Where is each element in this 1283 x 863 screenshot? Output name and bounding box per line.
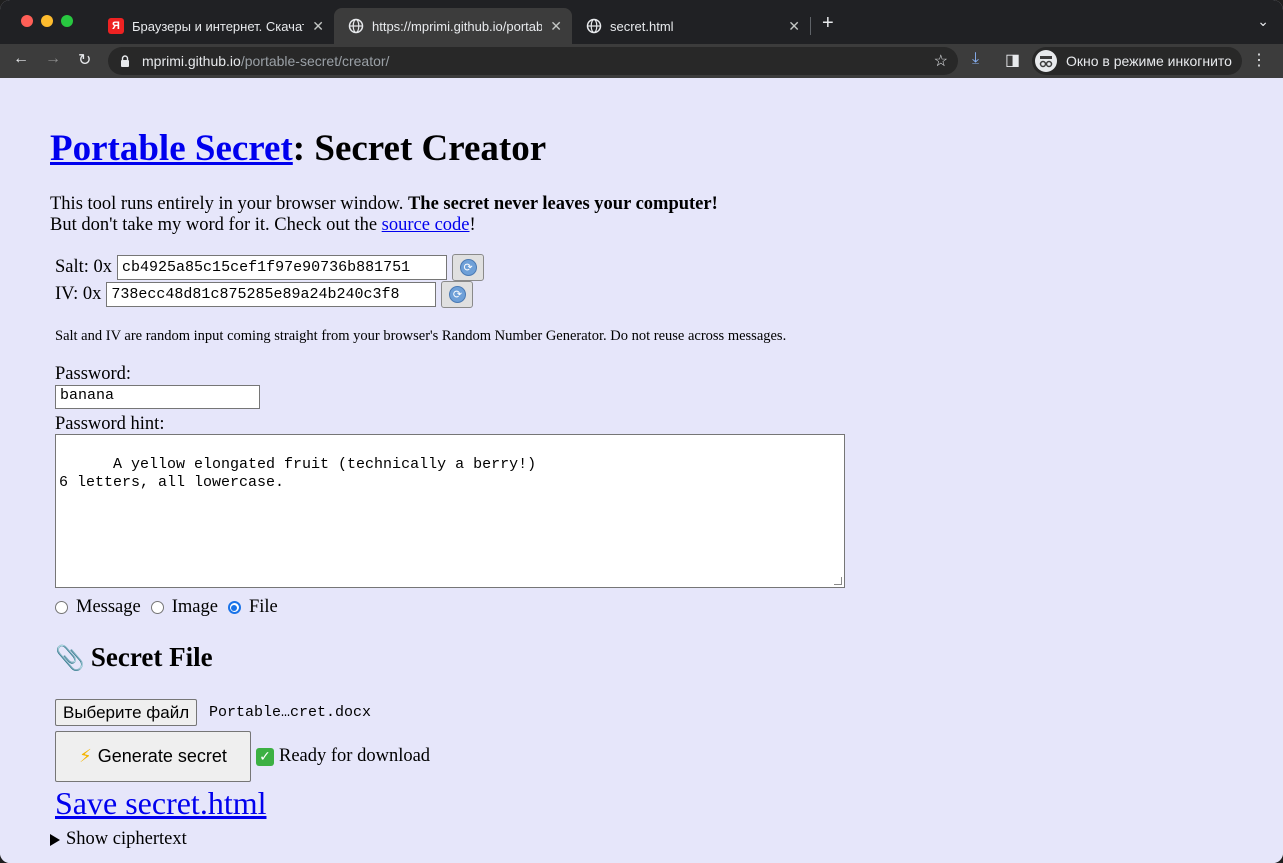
close-icon[interactable]: ✕	[550, 18, 562, 35]
address-bar[interactable]: mprimi.github.io/portable-secret/creator…	[108, 47, 958, 75]
intro-bold: The secret never leaves your computer!	[407, 194, 718, 214]
new-tab-button[interactable]: +	[822, 12, 834, 35]
portable-secret-link[interactable]: Portable Secret	[50, 128, 293, 169]
tab-strip: Я Браузеры и интернет. Скачат ✕ https://…	[0, 0, 1283, 44]
section-title: Secret File	[90, 642, 213, 672]
radio-button-checked[interactable]	[227, 601, 241, 614]
globe-icon	[586, 18, 602, 34]
maximize-window-button[interactable]	[61, 15, 73, 27]
tab-divider	[810, 17, 811, 35]
incognito-icon	[1035, 50, 1057, 72]
salt-label: Salt: 0x	[55, 257, 113, 277]
close-icon[interactable]: ✕	[312, 18, 324, 35]
side-panel-icon[interactable]: ◨	[1005, 50, 1020, 70]
refresh-icon: ⟳	[459, 259, 477, 276]
page-title: Portable Secret: Secret Creator	[50, 127, 546, 170]
incognito-label: Окно в режиме инкогнито	[1066, 53, 1232, 69]
globe-icon	[348, 18, 364, 34]
generate-label: Generate secret	[97, 746, 227, 766]
intro-text: This tool runs entirely in your browser …	[50, 194, 718, 236]
radio-message[interactable]: Message	[55, 597, 141, 618]
radio-button[interactable]	[150, 601, 164, 614]
tab-yandex[interactable]: Я Браузеры и интернет. Скачат ✕	[94, 8, 334, 44]
menu-icon[interactable]: ⋮	[1251, 50, 1267, 70]
intro-line2-post: !	[469, 215, 476, 235]
generate-secret-button[interactable]: ⚡ Generate secret	[55, 731, 251, 782]
back-button[interactable]: ←	[13, 50, 29, 68]
iv-label: IV: 0x	[55, 284, 102, 304]
bookmark-star-icon[interactable]: ☆	[934, 51, 948, 71]
resize-handle[interactable]	[834, 577, 842, 585]
save-secret-link[interactable]: Save secret.html	[55, 785, 266, 822]
hint-label: Password hint:	[55, 414, 165, 434]
iv-row: IV: 0x 738ecc48d81c875285e89a24b240c3f8 …	[55, 281, 474, 308]
radio-image[interactable]: Image	[150, 597, 218, 618]
tab-title: Браузеры и интернет. Скачат	[132, 18, 305, 34]
radio-label: File	[248, 597, 278, 617]
show-ciphertext-toggle[interactable]: Show ciphertext	[50, 829, 187, 850]
browser-toolbar: ← → ↻ mprimi.github.io/portable-secret/c…	[0, 44, 1283, 78]
tab-search-button[interactable]: ⌄	[1257, 13, 1269, 30]
forward-button[interactable]: →	[45, 50, 61, 68]
url-host: mprimi.github.io	[142, 53, 241, 69]
tab-creator[interactable]: https://mprimi.github.io/portab ✕	[334, 8, 572, 44]
password-input[interactable]: banana	[55, 385, 260, 409]
tab-title: https://mprimi.github.io/portab	[372, 18, 543, 34]
iv-input[interactable]: 738ecc48d81c875285e89a24b240c3f8	[106, 282, 437, 307]
status-text: Ready for download	[279, 746, 431, 766]
rng-note: Salt and IV are random input coming stra…	[55, 328, 787, 344]
url-path: /portable-secret/creator/	[240, 53, 390, 69]
password-label: Password:	[55, 364, 132, 384]
ciphertext-toggle-label: Show ciphertext	[66, 829, 187, 849]
status-message: ✓ Ready for download	[256, 746, 430, 767]
radio-label: Message	[76, 597, 141, 617]
source-code-link[interactable]: source code	[382, 215, 470, 235]
paperclip-icon: 📎	[55, 643, 85, 672]
regenerate-iv-button[interactable]: ⟳	[441, 281, 474, 308]
close-window-button[interactable]	[21, 15, 33, 27]
radio-button[interactable]	[55, 601, 68, 614]
salt-input[interactable]: cb4925a85c15cef1f97e90736b881751	[117, 255, 448, 280]
incognito-indicator[interactable]: Окно в режиме инкогнито	[1032, 47, 1242, 75]
reload-button[interactable]: ↻	[78, 50, 91, 70]
intro-line2-pre: But don't take my word for it. Check out…	[50, 215, 382, 235]
password-hint-textarea[interactable]: A yellow elongated fruit (technically a …	[55, 434, 845, 588]
browser-window: Я Браузеры и интернет. Скачат ✕ https://…	[0, 0, 1283, 863]
refresh-icon: ⟳	[448, 286, 466, 303]
salt-row: Salt: 0x cb4925a85c15cef1f97e90736b88175…	[55, 254, 485, 281]
lightning-icon: ⚡	[79, 746, 92, 767]
regenerate-salt-button[interactable]: ⟳	[452, 254, 485, 281]
hint-text: A yellow elongated fruit (technically a …	[59, 456, 537, 491]
choose-file-button[interactable]: Выберите файл	[55, 699, 198, 726]
check-mark-icon: ✓	[256, 747, 274, 766]
yandex-icon: Я	[108, 18, 124, 34]
radio-label: Image	[171, 597, 218, 617]
minimize-window-button[interactable]	[41, 15, 53, 27]
section-heading: 📎 Secret File	[55, 642, 213, 673]
page-title-rest: : Secret Creator	[292, 128, 547, 169]
selected-file-name: Portable…cret.docx	[209, 704, 372, 721]
intro-plain: This tool runs entirely in your browser …	[50, 194, 408, 214]
page-content: Portable Secret: Secret Creator This too…	[0, 78, 1283, 863]
secret-type-radio-group: Message Image File	[55, 597, 288, 618]
lock-icon	[121, 55, 129, 67]
tab-secret-html[interactable]: secret.html ✕	[572, 8, 810, 44]
disclosure-triangle-icon	[50, 833, 60, 846]
close-icon[interactable]: ✕	[788, 18, 800, 35]
radio-file[interactable]: File	[227, 597, 278, 618]
tab-title: secret.html	[610, 18, 674, 34]
download-icon[interactable]: ⤓	[972, 50, 979, 68]
